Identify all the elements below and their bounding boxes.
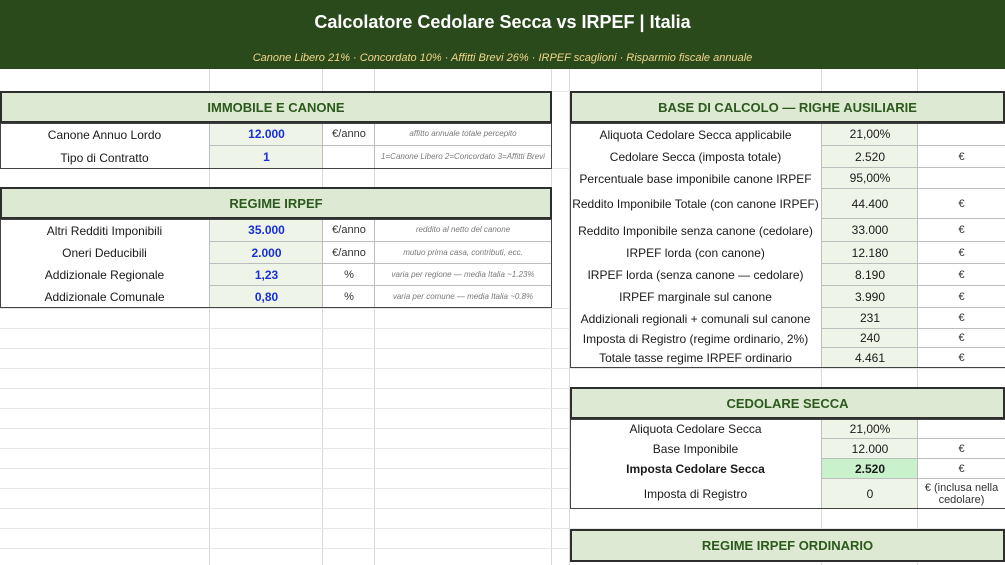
base-row-label: IRPEF marginale sul canone — [570, 286, 821, 308]
add-regionale-unit: % — [322, 264, 375, 286]
base-row-label: Percentuale base imponibile canone IRPEF — [570, 168, 821, 189]
page-title: Calcolatore Cedolare Secca vs IRPEF | It… — [314, 12, 691, 32]
base-row-label: Totale tasse regime IRPEF ordinario — [570, 348, 821, 368]
base-row-value: 8.190 — [821, 264, 918, 286]
add-comunale-label: Addizionale Comunale — [0, 286, 209, 308]
add-comunale-value[interactable]: 0,80 — [209, 286, 323, 308]
base-row-unit: € — [917, 308, 1005, 329]
base-row-label: Aliquota Cedolare Secca applicabile — [570, 123, 821, 146]
canone-note: affitto annuale totale percepito — [374, 123, 551, 146]
base-row-unit: € — [917, 264, 1005, 286]
altri-redditi-unit: €/anno — [322, 219, 375, 242]
cedolare-registro-value: 0 — [821, 479, 918, 509]
cedolare-registro-unit: € (inclusa nella cedolare) — [917, 479, 1005, 509]
column-gridline — [551, 69, 552, 565]
cedolare-base-unit: € — [917, 439, 1005, 459]
base-row-unit — [917, 168, 1005, 189]
base-row-unit: € — [917, 242, 1005, 264]
contratto-value[interactable]: 1 — [209, 146, 323, 169]
cedolare-aliquota-label: Aliquota Cedolare Secca — [570, 419, 821, 439]
oneri-note: mutuo prima casa, contributi, ecc. — [374, 242, 551, 264]
base-row-unit: € — [917, 146, 1005, 168]
base-row-label: Cedolare Secca (imposta totale) — [570, 146, 821, 168]
canone-unit: €/anno — [322, 123, 375, 146]
base-row-label: Reddito Imponibile Totale (con canone IR… — [570, 189, 821, 219]
section-ordinario-header: REGIME IRPEF ORDINARIO — [570, 529, 1005, 562]
base-row-value: 44.400 — [821, 189, 918, 219]
cedolare-registro-label: Imposta di Registro — [570, 479, 821, 509]
cedolare-base-value: 12.000 — [821, 439, 918, 459]
base-row-unit — [917, 123, 1005, 146]
oneri-unit: €/anno — [322, 242, 375, 264]
add-regionale-note: varia per regione — media Italia ~1.23% — [374, 264, 551, 286]
section-immobile-header: IMMOBILE E CANONE — [0, 91, 552, 123]
base-row-value: 2.520 — [821, 146, 918, 168]
altri-redditi-note: reddito al netto del canone — [374, 219, 551, 242]
base-row-value: 4.461 — [821, 348, 918, 368]
oneri-value[interactable]: 2.000 — [209, 242, 323, 264]
add-comunale-unit: % — [322, 286, 375, 308]
base-row-value: 240 — [821, 329, 918, 348]
add-comunale-note: varia per comune — media Italia ~0.8% — [374, 286, 551, 308]
base-row-value: 3.990 — [821, 286, 918, 308]
base-row-unit: € — [917, 329, 1005, 348]
base-row-value: 95,00% — [821, 168, 918, 189]
base-row-value: 21,00% — [821, 123, 918, 146]
cedolare-imposta-value: 2.520 — [821, 459, 918, 479]
altri-redditi-value[interactable]: 35.000 — [209, 219, 323, 242]
section-cedolare-header: CEDOLARE SECCA — [570, 387, 1005, 419]
base-row-unit: € — [917, 286, 1005, 308]
page-subtitle: Canone Libero 21% · Concordato 10% · Aff… — [252, 52, 753, 64]
section-irpef-header: REGIME IRPEF — [0, 187, 552, 219]
base-row-label: Addizionali regionali + comunali sul can… — [570, 308, 821, 329]
base-row-unit: € — [917, 348, 1005, 368]
base-row-label: Imposta di Registro (regime ordinario, 2… — [570, 329, 821, 348]
contratto-label: Tipo di Contratto — [0, 146, 209, 169]
add-regionale-value[interactable]: 1,23 — [209, 264, 323, 286]
oneri-label: Oneri Deducibili — [0, 242, 209, 264]
cedolare-imposta-unit: € — [917, 459, 1005, 479]
base-row-value: 33.000 — [821, 219, 918, 242]
contratto-unit — [322, 146, 375, 169]
header-bar: Calcolatore Cedolare Secca vs IRPEF | It… — [0, 0, 1005, 69]
canone-value[interactable]: 12.000 — [209, 123, 323, 146]
contratto-note: 1=Canone Libero 2=Concordato 3=Affitti B… — [374, 146, 551, 169]
cedolare-aliquota-value: 21,00% — [821, 419, 918, 439]
row-gridline — [0, 368, 1005, 369]
section-base-header: BASE DI CALCOLO — RIGHE AUSILIARIE — [570, 91, 1005, 123]
add-regionale-label: Addizionale Regionale — [0, 264, 209, 286]
base-row-label: Reddito Imponibile senza canone (cedolar… — [570, 219, 821, 242]
altri-redditi-label: Altri Redditi Imponibili — [0, 219, 209, 242]
base-row-label: IRPEF lorda (senza canone — cedolare) — [570, 264, 821, 286]
base-row-label: IRPEF lorda (con canone) — [570, 242, 821, 264]
cedolare-aliquota-unit — [917, 419, 1005, 439]
base-row-value: 12.180 — [821, 242, 918, 264]
cedolare-imposta-label: Imposta Cedolare Secca — [570, 459, 821, 479]
base-row-unit: € — [917, 189, 1005, 219]
cedolare-base-label: Base Imponibile — [570, 439, 821, 459]
base-row-unit: € — [917, 219, 1005, 242]
base-row-value: 231 — [821, 308, 918, 329]
canone-label: Canone Annuo Lordo — [0, 123, 209, 146]
